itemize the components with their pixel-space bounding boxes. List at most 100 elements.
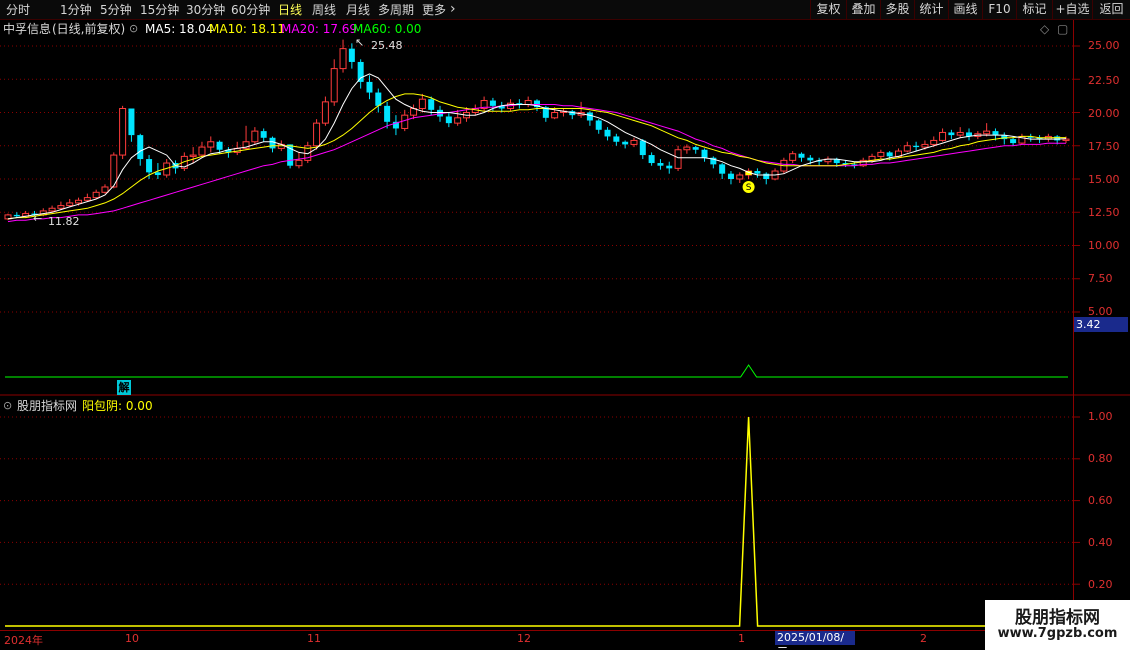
indicator-dropdown-icon[interactable]: ⊙ (3, 398, 12, 414)
settings-dropdown-icon[interactable]: ⊙ (129, 21, 138, 37)
candle-body-up (66, 202, 74, 207)
candle-body-down (763, 173, 770, 179)
candle-body-down (154, 172, 161, 176)
chart-mode: (日线,前复权) (52, 22, 126, 36)
period-tab-monthly[interactable]: 月线 (346, 1, 370, 19)
overlay-button[interactable]: 叠加 (846, 0, 880, 20)
candle-body-down (913, 145, 920, 148)
multi-stock-button[interactable]: 多股 (880, 0, 914, 20)
period-tab-timeshare[interactable]: 分时 (6, 1, 30, 19)
ma20-label: MA20: 17.69 (281, 22, 358, 36)
date-label: 2 (920, 632, 927, 645)
period-toolbar: 分时 1分钟 5分钟 15分钟 30分钟 60分钟 日线 周线 月线 多周期 更… (0, 0, 1130, 20)
candle-body-down (604, 129, 611, 137)
candle-body-up (198, 146, 206, 156)
candle-body-down (375, 92, 382, 106)
candle-body-down (719, 164, 726, 174)
candle-body-up (939, 131, 947, 141)
candle-body-up (983, 130, 991, 135)
period-tab-multi[interactable]: 多周期 (378, 1, 414, 19)
date-label: 12 (517, 632, 531, 645)
candle-body-down (384, 105, 391, 122)
mark-button[interactable]: 标记 (1016, 0, 1052, 20)
period-tab-60min[interactable]: 60分钟 (231, 1, 270, 19)
period-tab-30min[interactable]: 30分钟 (186, 1, 225, 19)
candle-body-up (454, 117, 462, 124)
candle-body-up (877, 151, 885, 157)
price-tick: 7.50 (1088, 272, 1113, 285)
date-axis: 2024年 10 11 12 1 2 (0, 630, 1074, 650)
candle-body-up (330, 68, 338, 103)
candle-body-down (657, 163, 664, 166)
candle-body-up (1062, 138, 1070, 141)
date-label: 11 (307, 632, 321, 645)
candle-body-up (92, 191, 100, 199)
period-tab-weekly[interactable]: 周线 (312, 1, 336, 19)
price-tick: 17.50 (1088, 140, 1120, 153)
ma60-label: MA60: 0.00 (353, 22, 422, 36)
date-label: 1 (738, 632, 745, 645)
candle-body-down (727, 173, 734, 179)
candle-body-up (83, 197, 91, 201)
indicator-tick: 0.80 (1088, 452, 1113, 465)
date-label: 2024年 (4, 634, 43, 647)
candle-body-down (692, 147, 699, 150)
candle-body-up (57, 205, 65, 209)
candle-body-up (551, 112, 559, 119)
candle-body-down (366, 81, 373, 93)
price-tick: 12.50 (1088, 206, 1120, 219)
candle-body-down (428, 99, 435, 110)
watermark-url: www.7gpzb.com (997, 626, 1118, 641)
ma10-label: MA10: 18.11 (209, 22, 286, 36)
price-tick: 10.00 (1088, 239, 1120, 252)
indicator-tick: 0.40 (1088, 536, 1113, 549)
indicator-tick: 0.20 (1088, 578, 1113, 591)
fuquan-button[interactable]: 复权 (810, 0, 846, 20)
candle-body-up (207, 141, 215, 148)
candle-body-down (798, 153, 805, 158)
period-tab-5min[interactable]: 5分钟 (100, 1, 132, 19)
signal-coin-label: S (746, 183, 752, 193)
candle-body-down (269, 137, 276, 149)
diamond-icon[interactable]: ◇ (1040, 21, 1049, 37)
period-tab-daily[interactable]: 日线 (278, 1, 302, 19)
candle-body-up (251, 130, 259, 143)
period-tab-1min[interactable]: 1分钟 (60, 1, 92, 19)
candle-body-down (13, 214, 20, 217)
price-tick: 25.00 (1088, 39, 1120, 52)
candle-body-up (313, 122, 321, 147)
stock-name: 中孚信息 (3, 22, 52, 36)
period-tab-more[interactable]: 更多 (422, 1, 446, 19)
candle-body-up (921, 143, 929, 148)
candle-body-down (1010, 139, 1017, 144)
candle-body-down (348, 48, 355, 62)
candle-body-down (807, 157, 814, 161)
period-tab-15min[interactable]: 15分钟 (140, 1, 179, 19)
add-watchlist-button[interactable]: +自选 (1052, 0, 1092, 20)
chart-canvas[interactable]: S (0, 0, 1130, 650)
candle-body-up (736, 174, 744, 180)
statistics-button[interactable]: 统计 (914, 0, 948, 20)
candle-body-down (666, 165, 673, 169)
candle-body-up (418, 98, 426, 110)
candle-body-down (992, 131, 999, 136)
f10-button[interactable]: F10 (982, 0, 1016, 20)
back-button[interactable]: 返回 (1092, 0, 1130, 20)
candle-body-up (101, 186, 109, 193)
candle-body-up (956, 131, 964, 136)
price-tick: 15.00 (1088, 173, 1120, 186)
candle-body-down (128, 108, 135, 136)
candle-body-down (1054, 136, 1061, 141)
signal-badge[interactable]: 解 (117, 380, 131, 395)
candle-body-up (930, 139, 938, 145)
candle-body-down (137, 135, 144, 160)
window-toggle-icon[interactable]: ▢ (1057, 21, 1068, 37)
low-price-annotation: 11.82 (48, 215, 80, 228)
draw-line-button[interactable]: 画线 (948, 0, 982, 20)
candle-body-up (295, 159, 303, 167)
date-label: 10 (125, 632, 139, 645)
candle-body-down (489, 100, 496, 106)
candle-body-down (216, 141, 223, 150)
high-arrow-icon: ↖ (355, 36, 365, 49)
more-arrow-icon[interactable]: › (450, 0, 456, 18)
